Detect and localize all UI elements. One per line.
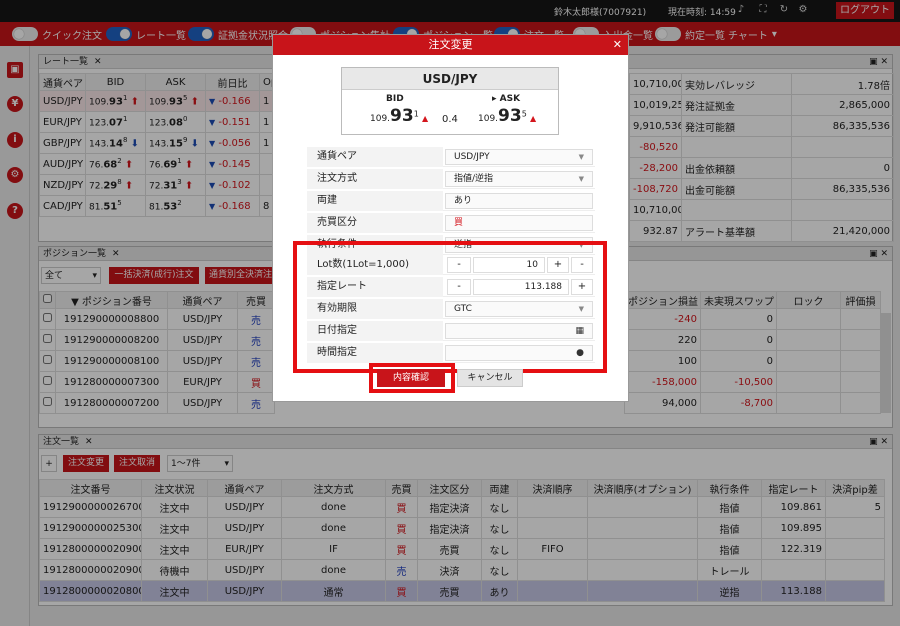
rate-quote: USD/JPY BID ▸ ASK 109.931 ▲ 0.4 109.935 …	[341, 67, 559, 135]
field-row: 注文方式 指値/逆指 ▼	[307, 169, 595, 189]
order-change-dialog: 注文変更 ✕ USD/JPY BID ▸ ASK 109.931 ▲ 0.4 10…	[272, 34, 629, 402]
highlight-box	[293, 241, 607, 373]
confirm-highlight	[369, 363, 455, 393]
bid-price[interactable]: 109.931 ▲	[370, 106, 428, 126]
field-value[interactable]: USD/JPY ▼	[445, 149, 593, 165]
field-row: 通貨ペア USD/JPY ▼	[307, 147, 595, 167]
quote-pair: USD/JPY	[342, 68, 558, 90]
field-row: 売買区分 買	[307, 213, 595, 233]
field-value[interactable]: 指値/逆指 ▼	[445, 171, 593, 187]
cancel-button[interactable]: キャンセル	[457, 369, 523, 387]
dialog-header: 注文変更 ✕	[273, 35, 628, 55]
field-value: あり	[445, 193, 593, 209]
close-icon[interactable]: ✕	[613, 35, 622, 55]
spread: 0.4	[442, 114, 458, 125]
chevron-down-icon: ▼	[578, 175, 584, 183]
field-value: 買	[445, 215, 593, 231]
chevron-down-icon: ▼	[578, 153, 584, 161]
ask-price[interactable]: 109.935 ▲	[478, 106, 536, 126]
field-row: 両建 あり	[307, 191, 595, 211]
